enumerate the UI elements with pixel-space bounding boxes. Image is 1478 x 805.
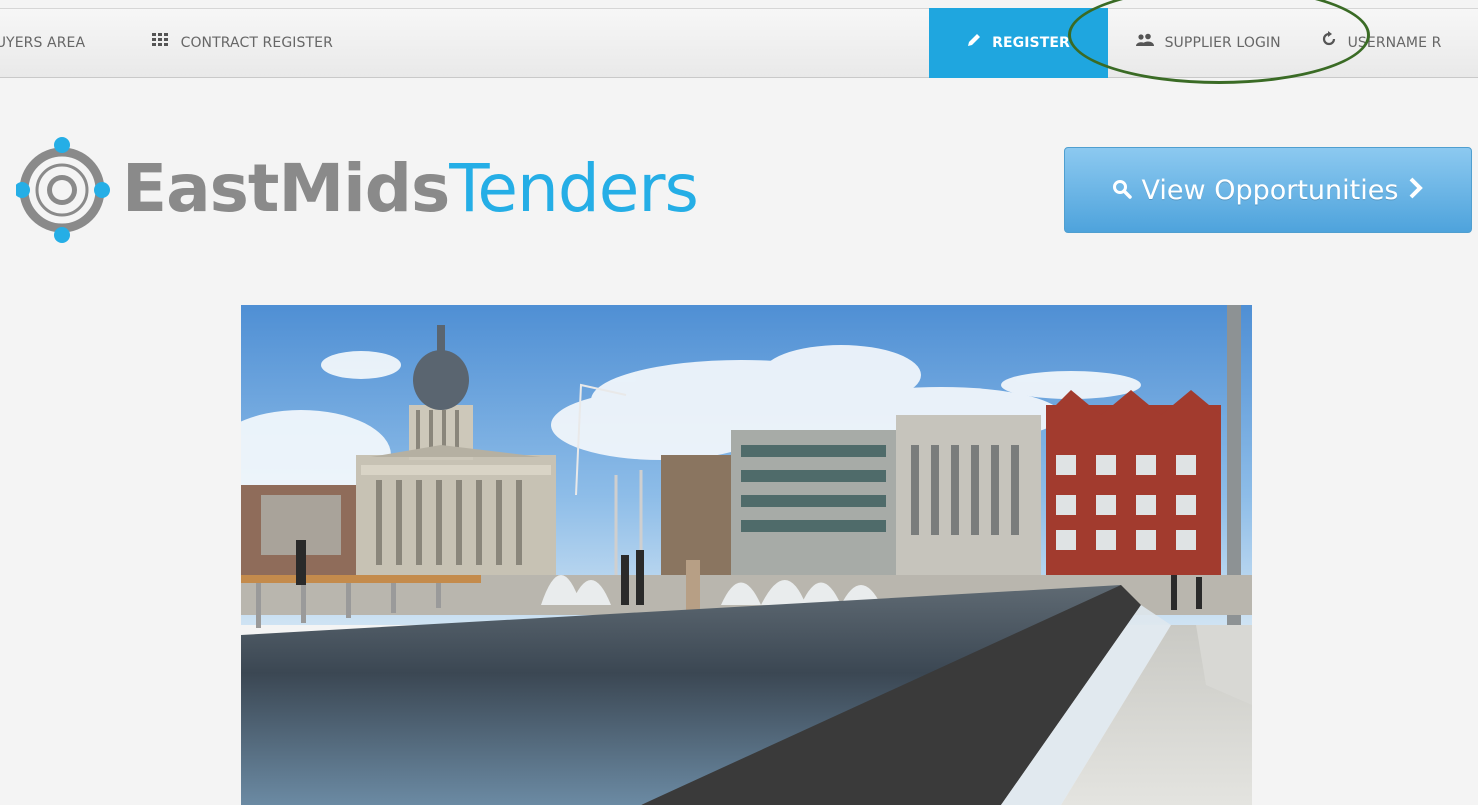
view-opportunities-button[interactable]: View Opportunities [1064, 147, 1472, 233]
search-icon [1112, 175, 1132, 206]
chevron-right-icon [1408, 175, 1424, 206]
nav-buyers-area[interactable]: BUYERS AREA [0, 9, 120, 77]
nav-register[interactable]: REGISTER [929, 8, 1108, 78]
nav-buyers-area-label: BUYERS AREA [0, 35, 86, 51]
top-navbar: BUYERS AREA CONTRACT REGISTER REGISTER [0, 8, 1478, 78]
nav-contract-register-label: CONTRACT REGISTER [180, 35, 333, 51]
logo-text-eastmids: EastMids [122, 150, 450, 227]
hero-image [241, 305, 1252, 805]
nav-username-reminder[interactable]: USERNAME R [1321, 9, 1478, 77]
nav-username-reminder-label: USERNAME R [1347, 35, 1442, 51]
view-opportunities-label: View Opportunities [1141, 174, 1399, 206]
grid-list-icon [152, 9, 170, 77]
nav-contract-register[interactable]: CONTRACT REGISTER [152, 9, 333, 77]
logo-ring-icon [16, 137, 110, 243]
nav-supplier-login[interactable]: SUPPLIER LOGIN [1136, 9, 1281, 77]
refresh-icon [1321, 9, 1337, 77]
logo-wordmark: EastMidsTenders [122, 141, 699, 237]
nav-register-label: REGISTER [992, 35, 1070, 51]
pencil-icon [967, 8, 981, 78]
nav-supplier-login-label: SUPPLIER LOGIN [1164, 35, 1281, 51]
logo-text-tenders: Tenders [449, 150, 699, 227]
users-icon [1136, 9, 1154, 77]
